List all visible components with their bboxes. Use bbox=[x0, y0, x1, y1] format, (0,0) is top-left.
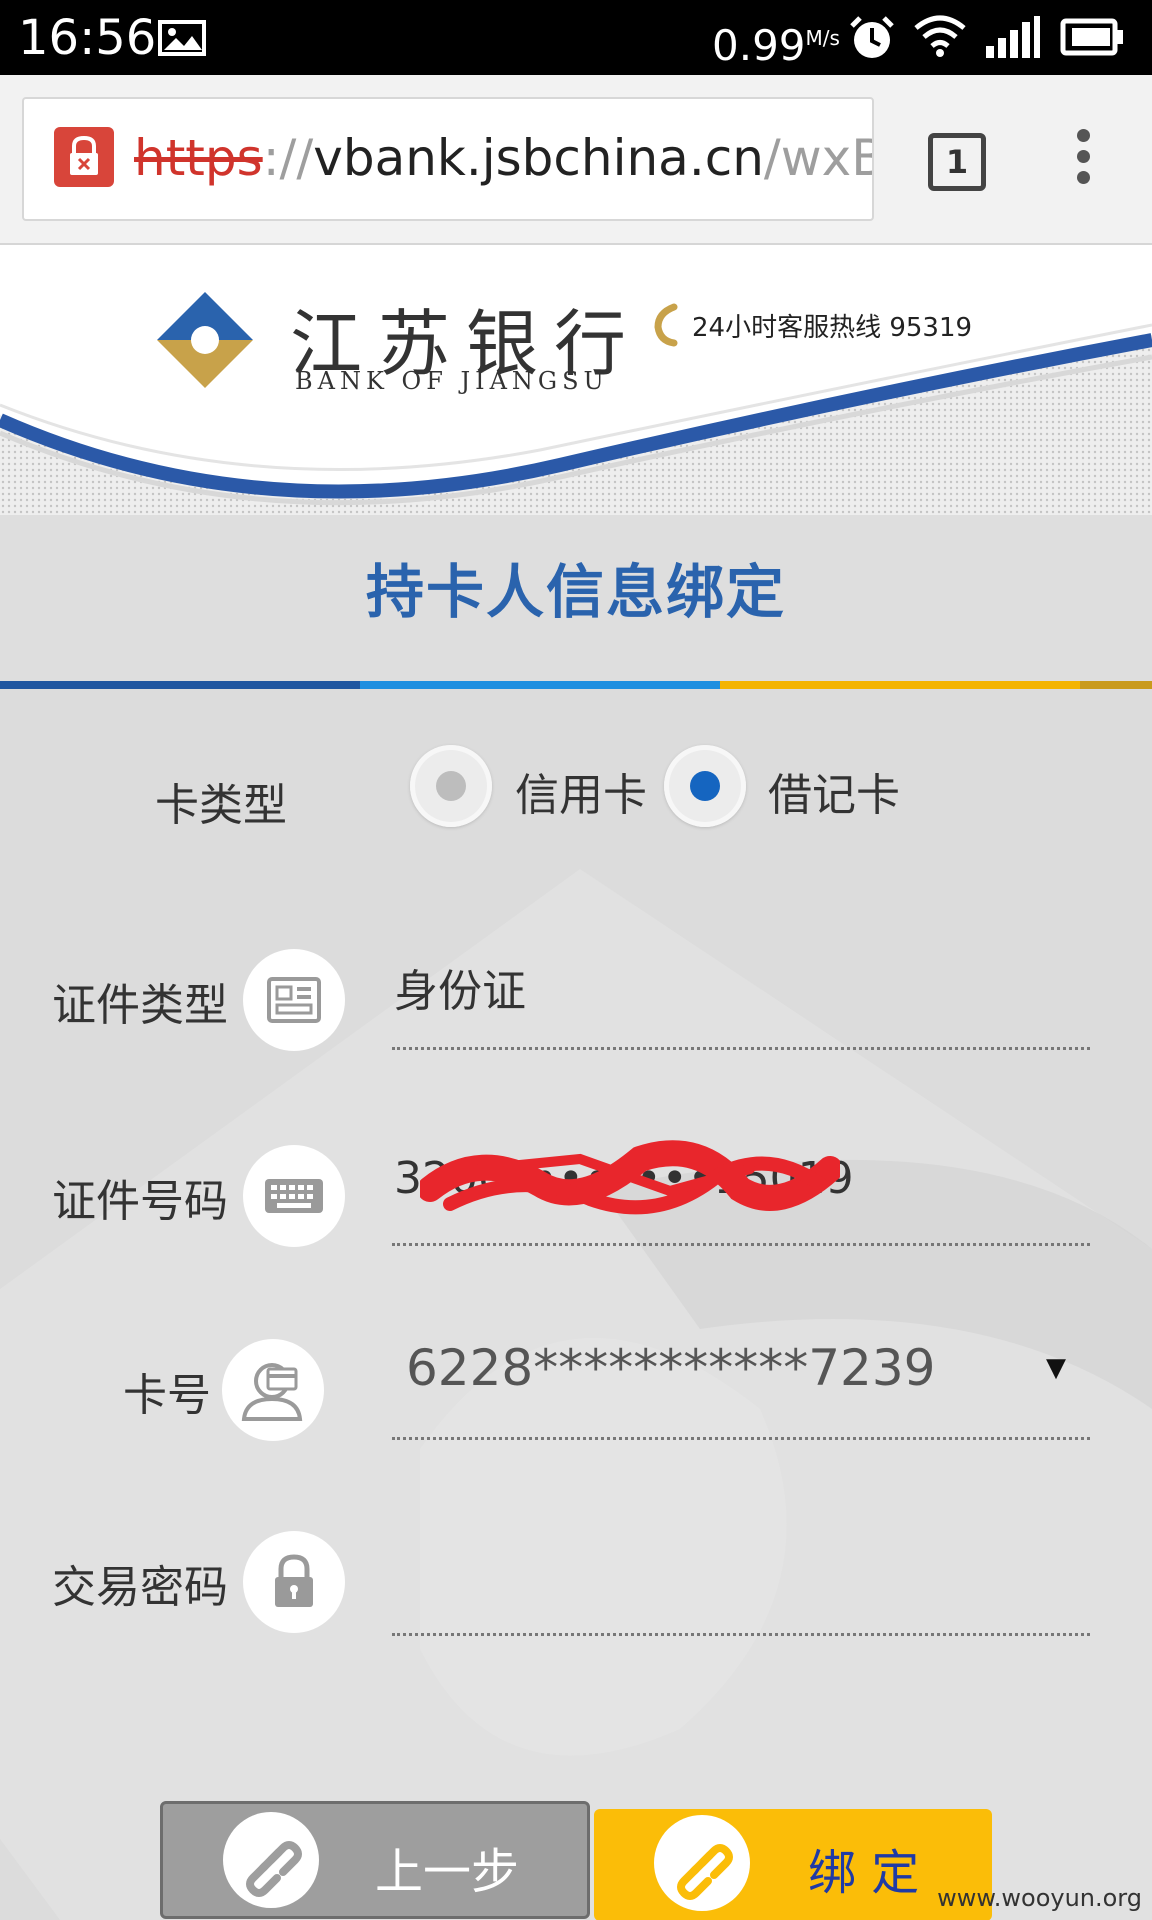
url-path: /wxBa bbox=[763, 129, 872, 187]
trade-password-input[interactable] bbox=[394, 1549, 1084, 1619]
browser-toolbar: https://vbank.jsbchina.cn/wxBa 1 bbox=[0, 75, 1152, 245]
alarm-icon bbox=[848, 14, 896, 62]
customer-hotline: 24小时客服热线 95319 bbox=[692, 313, 973, 343]
overflow-menu-icon[interactable] bbox=[1066, 129, 1100, 193]
link-icon bbox=[223, 1812, 319, 1908]
id-number-underline bbox=[392, 1243, 1090, 1246]
source-watermark: www.wooyun.org bbox=[937, 1884, 1142, 1912]
network-speed: 0.99M/s bbox=[712, 21, 840, 70]
card-number-select[interactable]: 6228***********7239 bbox=[406, 1339, 936, 1397]
phone-icon bbox=[652, 303, 682, 351]
radio-debit-card-label[interactable]: 借记卡 bbox=[768, 759, 900, 823]
link-icon bbox=[654, 1815, 750, 1911]
tab-count-button[interactable]: 1 bbox=[928, 133, 986, 191]
cardholder-icon bbox=[222, 1339, 324, 1441]
url-host: vbank.jsbchina.cn bbox=[313, 129, 764, 187]
color-stripe-divider bbox=[0, 681, 1152, 689]
radio-credit-card[interactable] bbox=[410, 745, 492, 827]
signal-icon bbox=[986, 16, 1040, 58]
id-card-icon bbox=[243, 949, 345, 1051]
battery-icon bbox=[1060, 18, 1124, 56]
chevron-down-icon[interactable]: ▼ bbox=[1046, 1353, 1066, 1383]
page-title: 持卡人信息绑定 bbox=[365, 558, 786, 626]
trade-password-underline bbox=[392, 1633, 1090, 1636]
address-bar[interactable]: https://vbank.jsbchina.cn/wxBa bbox=[22, 97, 874, 221]
bank-header-banner: 江苏银行 BANK OF JIANGSU 24小时客服热线 95319 bbox=[0, 245, 1152, 515]
url-separator: :// bbox=[262, 129, 314, 187]
binding-form: 卡类型 信用卡 借记卡 证件类型 身份证 证件号码 3200••••••••15… bbox=[0, 689, 1152, 1920]
id-type-label: 证件类型 bbox=[52, 980, 228, 1031]
card-number-underline bbox=[392, 1437, 1090, 1440]
radio-debit-card[interactable] bbox=[664, 745, 746, 827]
image-icon bbox=[158, 20, 206, 56]
status-bar: 16:56 0.99M/s bbox=[0, 0, 1152, 75]
id-type-value[interactable]: 身份证 bbox=[394, 955, 526, 1019]
keyboard-icon bbox=[243, 1145, 345, 1247]
wifi-icon bbox=[914, 14, 966, 58]
bank-logo-icon bbox=[157, 292, 253, 388]
url-scheme: https bbox=[134, 129, 263, 187]
previous-step-button[interactable]: 上一步 bbox=[160, 1801, 590, 1919]
card-type-label: 卡类型 bbox=[155, 780, 287, 831]
trade-password-label: 交易密码 bbox=[52, 1562, 228, 1613]
radio-credit-card-label[interactable]: 信用卡 bbox=[515, 759, 647, 823]
id-number-label: 证件号码 bbox=[52, 1176, 228, 1227]
status-time: 16:56 bbox=[18, 10, 157, 66]
card-number-label: 卡号 bbox=[123, 1370, 211, 1421]
bank-name-english: BANK OF JIANGSU bbox=[295, 367, 609, 395]
background-watermark-logo bbox=[0, 869, 1152, 1920]
redaction-scribble bbox=[420, 1140, 840, 1215]
lock-icon bbox=[243, 1531, 345, 1633]
insecure-lock-icon[interactable] bbox=[54, 127, 114, 187]
url-text[interactable]: https://vbank.jsbchina.cn/wxBa bbox=[134, 121, 872, 195]
bind-label: 绑 定 bbox=[808, 1845, 920, 1901]
title-section: 持卡人信息绑定 bbox=[0, 515, 1152, 685]
bind-button[interactable]: 绑 定 bbox=[594, 1809, 992, 1920]
id-type-underline bbox=[392, 1047, 1090, 1050]
previous-step-label: 上一步 bbox=[375, 1844, 520, 1900]
